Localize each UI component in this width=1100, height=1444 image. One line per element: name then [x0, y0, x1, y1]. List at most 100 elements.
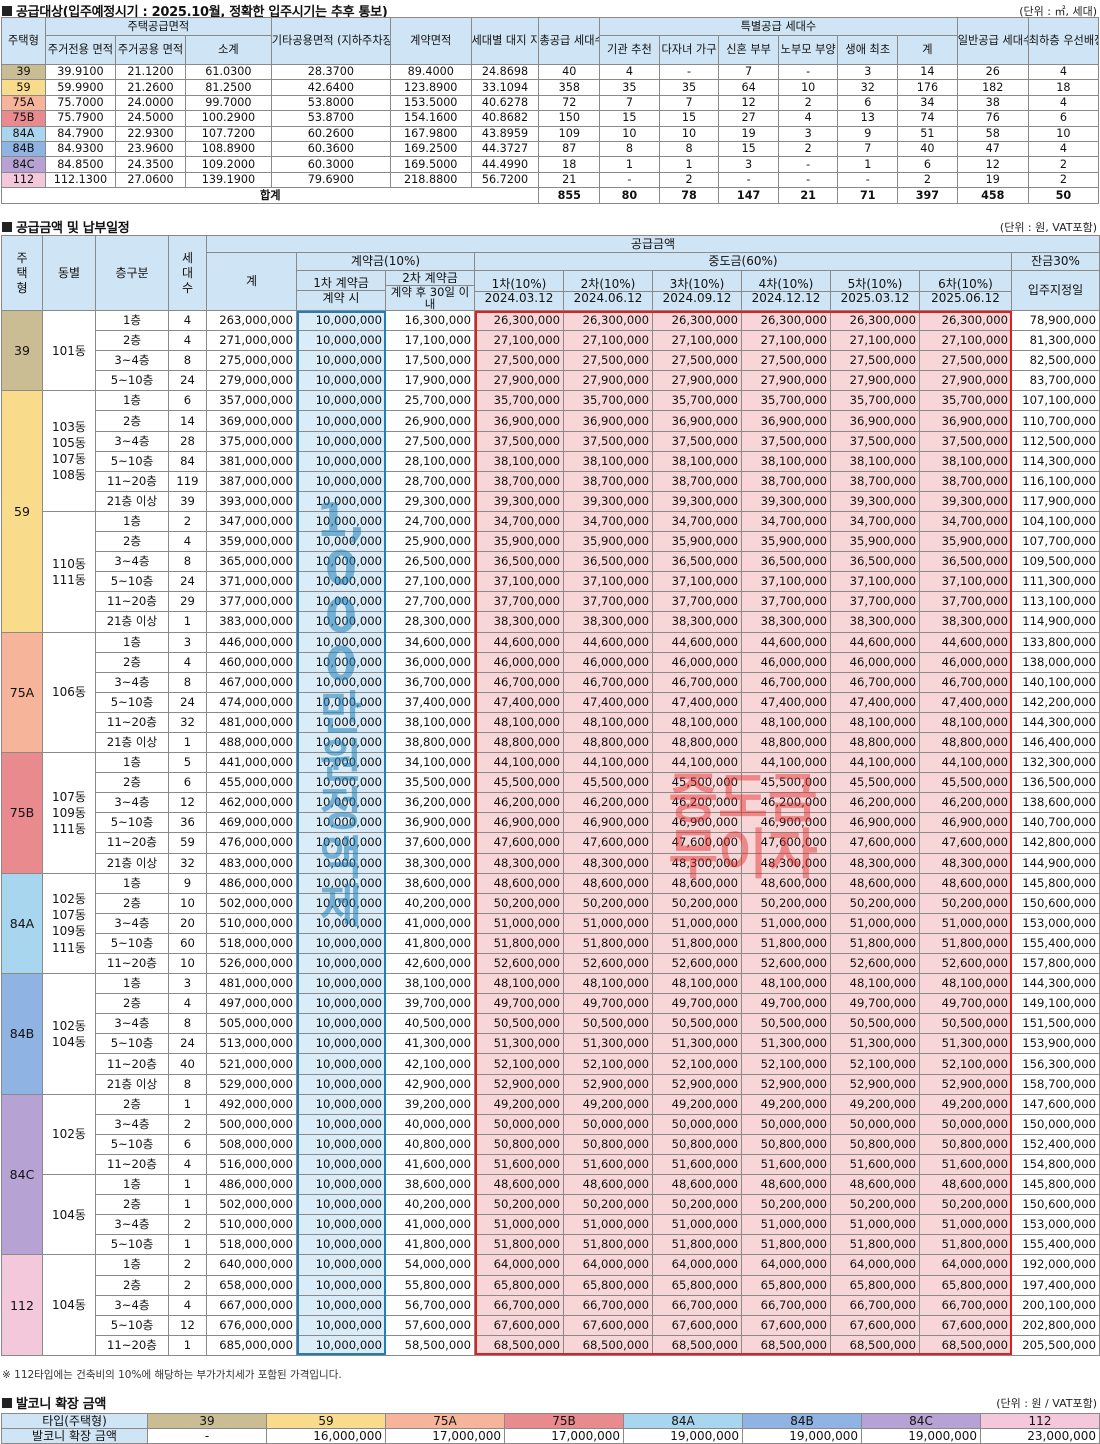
- payment-middle-cell: 48,800,000: [919, 731, 1012, 754]
- payment-dong-cell: 103동 105동 107동 108동: [42, 390, 96, 512]
- payment-row: 84C 102동 2층 1 492,000,000 10,000,000 39,200,00…: [1, 1093, 1100, 1256]
- payment-deposit2-cell: 41,800,000: [385, 1234, 475, 1256]
- payment-units-cell: 1: [168, 1194, 207, 1216]
- payment-deposit2-cell: 27,700,000: [385, 591, 475, 613]
- payment-middle-cell: 64,000,000: [563, 1254, 653, 1276]
- payment-middle-cell: 48,100,000: [919, 973, 1012, 995]
- payment-row: 2층 4 460,000,000 10,000,000 36,000,000 46,000…: [2, 651, 1100, 673]
- payment-deposit1-cell: 10,000,000: [296, 330, 386, 352]
- payment-deposit2-cell: 41,600,000: [385, 1153, 475, 1176]
- supply-cell: 12: [956, 156, 1029, 173]
- payment-middle-cell: 35,900,000: [919, 531, 1012, 553]
- pay-header-m4: 4차(10%) 2024.12.12: [741, 270, 831, 311]
- payment-middle-cell: 46,200,000: [919, 792, 1012, 814]
- payment-units-cell: 40: [168, 1053, 207, 1075]
- payment-deposit1-cell: 10,000,000: [296, 450, 386, 472]
- supply-cell: 3: [718, 156, 779, 173]
- payment-total-cell: 529,000,000: [206, 1073, 297, 1095]
- payment-middle-cell: 36,900,000: [652, 410, 742, 432]
- payment-deposit1-cell: 10,000,000: [296, 1194, 386, 1216]
- pay-header-units: 세대수: [168, 235, 207, 311]
- balcony-amount-cell: 23,000,000: [980, 1428, 1100, 1444]
- payment-middle-cell: 67,600,000: [741, 1314, 831, 1336]
- payment-middle-cell: 48,100,000: [919, 711, 1012, 733]
- payment-type-cell: 112: [1, 1254, 43, 1356]
- payment-middle-cell: 44,100,000: [741, 752, 831, 774]
- payment-middle-cell: 68,500,000: [741, 1334, 831, 1356]
- payment-balance-cell: 144,300,000: [1010, 711, 1100, 733]
- vat-note: ※ 112타입에는 건축비의 10%에 해당하는 부가가치세가 포함된 가격입니…: [2, 1369, 342, 1381]
- payment-middle-cell: 67,600,000: [474, 1314, 564, 1336]
- payment-middle-cell: 46,200,000: [830, 792, 920, 814]
- pay-header-dong: 동별: [42, 235, 96, 311]
- payment-floor-cell: 2층: [95, 1194, 169, 1216]
- payment-deposit1-cell: 10,000,000: [296, 350, 386, 372]
- header-area-group: 주택공급면적: [44, 17, 272, 36]
- payment-middle-cell: 35,900,000: [652, 531, 742, 553]
- supply-cell: 12: [718, 94, 779, 112]
- supply-cell: 84.9300: [44, 140, 116, 158]
- payment-middle-cell: 68,500,000: [652, 1334, 742, 1356]
- payment-middle-cell: 45,500,000: [563, 772, 653, 794]
- payment-balance-cell: 153,000,000: [1010, 912, 1100, 934]
- pay-header-supply-amount: 공급금액: [205, 235, 1100, 253]
- payment-total-cell: 271,000,000: [206, 330, 297, 352]
- payment-units-cell: 8: [168, 350, 207, 372]
- payment-row: 5~10층 24 474,000,000 10,000,000 37,400,000 47…: [2, 691, 1100, 713]
- balcony-amount-cell: 17,000,000: [504, 1428, 624, 1444]
- payment-balance-cell: 156,300,000: [1010, 1053, 1100, 1075]
- payment-deposit2-cell: 35,500,000: [385, 772, 475, 794]
- payment-middle-cell: 37,500,000: [741, 430, 831, 452]
- payment-units-cell: 2: [168, 1113, 207, 1135]
- pay-header-dep2-label: 2차 계약금: [386, 272, 474, 286]
- payment-deposit2-cell: 26,500,000: [385, 551, 475, 573]
- payment-deposit2-cell: 17,100,000: [385, 330, 475, 352]
- supply-cell: 4: [1027, 63, 1100, 81]
- payment-total-cell: 460,000,000: [206, 651, 297, 673]
- payment-total-cell: 510,000,000: [206, 912, 297, 934]
- pay-header-m5-date: 2025.03.12: [840, 290, 910, 305]
- payment-middle-cell: 51,800,000: [830, 1234, 920, 1256]
- payment-middle-cell: 64,000,000: [474, 1254, 564, 1276]
- payment-middle-cell: 38,300,000: [652, 611, 742, 633]
- payment-deposit2-cell: 24,700,000: [385, 510, 475, 533]
- supply-cell: 61.0300: [185, 63, 272, 81]
- pay-header-middle: 중도금(60%): [474, 252, 1012, 271]
- payment-deposit2-cell: 25,900,000: [385, 531, 475, 553]
- payment-total-cell: 521,000,000: [206, 1053, 297, 1075]
- payment-deposit2-cell: 28,700,000: [385, 470, 475, 492]
- payment-middle-cell: 51,300,000: [563, 1033, 653, 1055]
- pay-header-dep2-when: 계약 후 30일 이내: [390, 285, 470, 311]
- payment-middle-cell: 49,200,000: [830, 1093, 920, 1115]
- payment-middle-cell: 64,000,000: [741, 1254, 831, 1276]
- payment-balance-cell: 140,100,000: [1010, 671, 1100, 693]
- payment-middle-cell: 27,900,000: [563, 370, 653, 392]
- payment-middle-cell: 49,200,000: [652, 1093, 742, 1115]
- payment-middle-cell: 49,700,000: [741, 993, 831, 1015]
- payment-middle-cell: 38,100,000: [741, 450, 831, 472]
- pay-header-m3-date: 2024.09.12: [662, 290, 732, 305]
- payment-deposit2-cell: 17,900,000: [385, 370, 475, 392]
- payment-middle-cell: 50,800,000: [474, 1133, 564, 1155]
- supply-cell: 40: [538, 63, 601, 81]
- payment-total-cell: 359,000,000: [206, 531, 297, 553]
- payment-row: 11~20층 29 377,000,000 10,000,000 27,700,000 3…: [2, 591, 1100, 613]
- pay-header-total: 계: [206, 252, 297, 311]
- supply-total-cell: 855: [538, 187, 601, 205]
- payment-deposit1-cell: 10,000,000: [296, 993, 386, 1015]
- payment-middle-cell: 51,800,000: [474, 932, 564, 955]
- payment-deposit1-cell: 10,000,000: [296, 551, 386, 573]
- supply-cell: 112.1300: [44, 171, 116, 189]
- payment-total-cell: 518,000,000: [206, 932, 297, 955]
- payment-middle-cell: 35,700,000: [652, 390, 742, 412]
- payment-middle-cell: 38,300,000: [830, 611, 920, 633]
- payment-balance-cell: 142,200,000: [1010, 691, 1100, 713]
- payment-middle-cell: 48,600,000: [474, 872, 564, 894]
- payment-floor-cell: 5~10층: [95, 1314, 169, 1336]
- pay-header-units-text: 세대수: [181, 250, 194, 295]
- payment-row: 84A 102동 107동 109동 111동 1층 9 486,000,000 10,0…: [1, 872, 1100, 975]
- payment-type-cell: 75A: [1, 631, 43, 754]
- payment-middle-cell: 50,200,000: [830, 892, 920, 914]
- payment-floor-cell: 5~10층: [95, 370, 169, 392]
- supply-cell: 27.0600: [114, 171, 187, 189]
